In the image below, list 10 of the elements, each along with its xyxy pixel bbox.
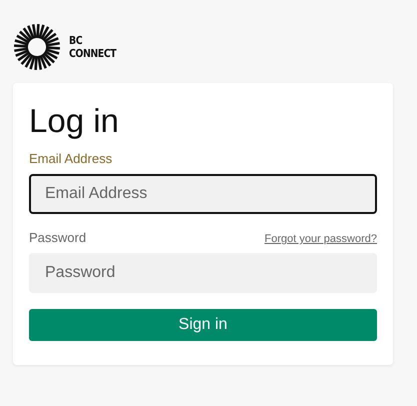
logo-text: CONNECT <box>69 47 116 60</box>
sign-in-button[interactable]: Sign in <box>29 309 377 341</box>
sunburst-logo-icon <box>13 23 61 71</box>
input-field[interactable]: Password <box>29 253 377 293</box>
page-title: Log in <box>29 101 119 141</box>
forgot-password-link[interactable]: Forgot your password? <box>264 233 377 245</box>
logo-text: BC <box>69 34 82 47</box>
input-field[interactable]: Email Address <box>29 174 377 214</box>
field-label: Email Address <box>29 151 112 166</box>
field-label: Password <box>29 230 86 245</box>
